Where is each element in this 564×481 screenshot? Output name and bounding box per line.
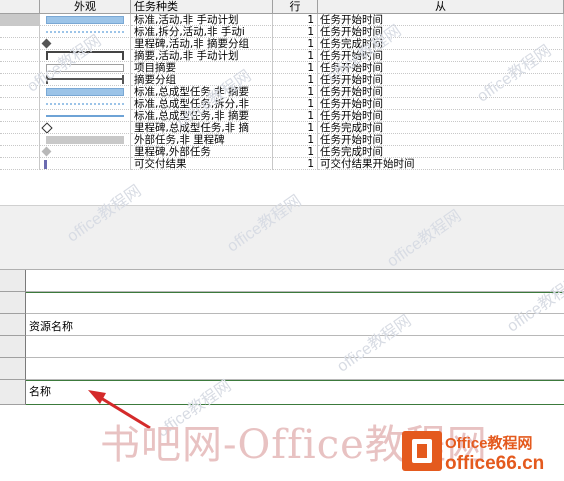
office-logo-icon bbox=[402, 431, 442, 471]
logo-url: office66.cn bbox=[445, 453, 545, 474]
annotation-arrow-icon bbox=[88, 390, 151, 430]
logo-title: Office教程网 bbox=[445, 435, 533, 452]
